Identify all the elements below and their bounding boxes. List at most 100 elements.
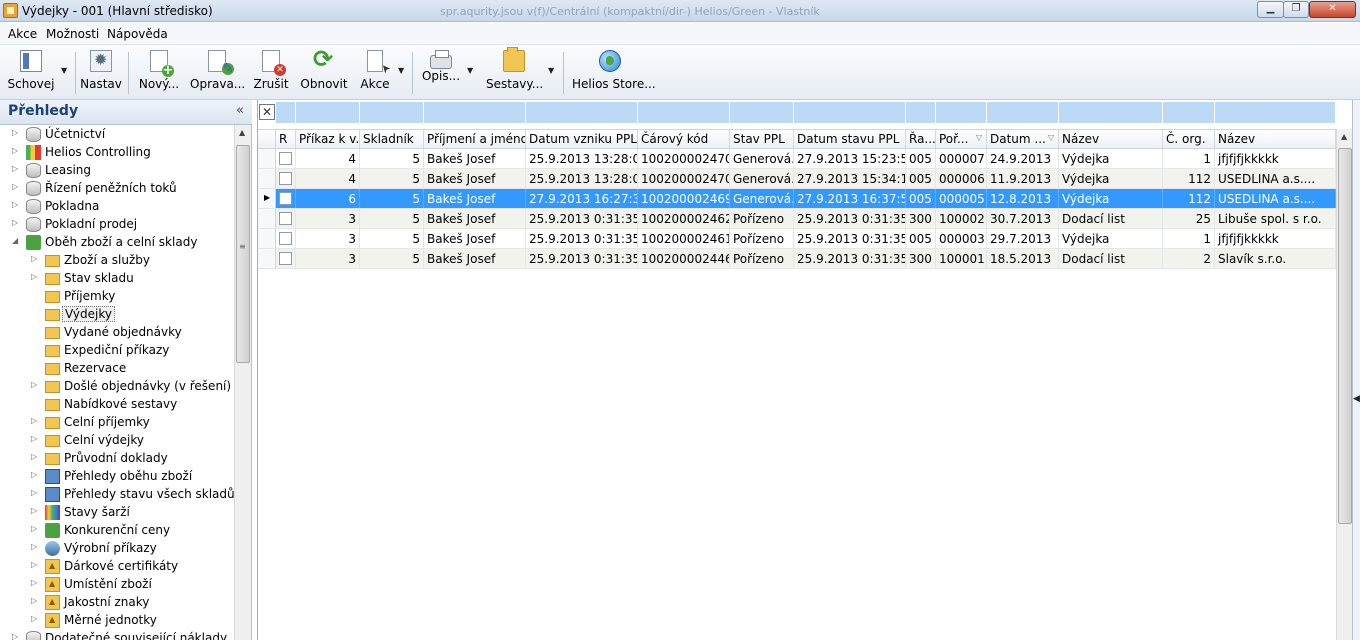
tree-expander-icon[interactable]: ▷	[12, 164, 18, 173]
tree-scroll-thumb[interactable]	[236, 145, 250, 363]
helios-store-button[interactable]: Helios Store...	[572, 50, 656, 96]
tree-expander-icon[interactable]: ▷	[12, 632, 18, 640]
filter-cell[interactable]	[360, 102, 424, 123]
filter-cell[interactable]	[424, 102, 526, 123]
tree-item-label: Měrné jednotky	[64, 613, 157, 627]
tree-expander-icon[interactable]: ▷	[12, 128, 18, 137]
tree-expander-icon[interactable]: ▷	[12, 218, 18, 227]
table-cell: Výdejka	[1059, 149, 1163, 168]
print-button[interactable]: Opis...	[420, 50, 462, 96]
tree-expander-icon[interactable]: ▷	[12, 182, 18, 191]
column-header[interactable]: Řa...	[906, 130, 936, 149]
filter-cell[interactable]	[526, 102, 638, 123]
row-checkbox[interactable]	[279, 152, 292, 165]
close-button[interactable]: ✕	[1309, 1, 1356, 18]
tree-expander-icon[interactable]: ▷	[31, 380, 37, 389]
delete-button[interactable]: Zrušit	[252, 50, 290, 96]
column-header[interactable]: Datum stavu PPL	[794, 130, 906, 149]
table-row[interactable]: 3 5 Bakeš Josef 25.9.2013 0:31:35 1002000024…	[258, 209, 1336, 229]
menu-akce[interactable]: Akce	[8, 27, 37, 41]
menu-moznosti[interactable]: Možnosti	[46, 27, 99, 41]
filter-cell[interactable]	[794, 102, 906, 123]
tree-scrollbar[interactable]: ▲ ≡	[234, 125, 251, 640]
column-header[interactable]: Č. org.	[1163, 130, 1215, 149]
column-header[interactable]: Název	[1215, 130, 1336, 149]
tree-expander-icon[interactable]: ◢	[12, 236, 18, 245]
nastav-button[interactable]: Nastav	[80, 50, 122, 96]
filter-cell[interactable]	[906, 102, 936, 123]
column-header[interactable]: Příkaz k v...	[296, 130, 360, 149]
tree-expander-icon[interactable]: ▷	[31, 596, 37, 605]
right-collapse-strip[interactable]: ◀	[1352, 100, 1360, 640]
expand-right-panel-icon[interactable]: ◀	[1353, 394, 1360, 404]
column-header[interactable]: Poř... ▽	[936, 130, 987, 149]
actions-dropdown-arrow[interactable]: ▼	[398, 66, 404, 75]
schovej-dropdown-arrow[interactable]: ▼	[61, 66, 67, 75]
grid-scrollbar[interactable]: ▲	[1336, 129, 1353, 640]
tree-expander-icon[interactable]: ▷	[12, 200, 18, 209]
schovej-button[interactable]: Schovej	[6, 50, 56, 96]
column-header[interactable]: Datum vzniku PPL	[526, 130, 638, 149]
menu-napoveda[interactable]: Nápověda	[107, 27, 168, 41]
row-checkbox[interactable]	[279, 212, 292, 225]
filter-cell[interactable]	[1059, 102, 1163, 123]
filter-cell[interactable]	[276, 102, 296, 123]
filter-cell[interactable]	[936, 102, 987, 123]
filter-cell[interactable]	[638, 102, 730, 123]
tree-expander-icon[interactable]: ▷	[31, 254, 37, 263]
column-header[interactable]: R	[276, 130, 296, 149]
row-checkbox[interactable]	[279, 172, 292, 185]
row-checkbox[interactable]	[279, 232, 292, 245]
maximize-button[interactable]: ❐	[1283, 1, 1309, 18]
table-row[interactable]: 3 5 Bakeš Josef 25.9.2013 0:31:35 1002000024…	[258, 229, 1336, 249]
filter-cell[interactable]	[296, 102, 360, 123]
grid-scroll-thumb[interactable]	[1338, 148, 1352, 524]
tree-expander-icon[interactable]: ▷	[12, 146, 18, 155]
table-cell: 25.9.2013 13:28:01	[526, 149, 638, 168]
reports-button[interactable]: Sestavy...	[486, 47, 543, 96]
tree-expander-icon[interactable]: ▷	[31, 524, 37, 533]
column-header[interactable]: Skladník	[360, 130, 424, 149]
collapse-panel-icon[interactable]: «	[236, 103, 244, 118]
tree-expander-icon[interactable]: ▷	[31, 506, 37, 515]
table-row[interactable]: ▶ 6 5 Bakeš Josef 27.9.2013 16:27:30 10020000…	[258, 189, 1336, 209]
filter-cell[interactable]	[987, 102, 1059, 123]
column-header[interactable]: Datum ... ▽	[987, 130, 1059, 149]
scroll-up-arrow[interactable]: ▲	[1341, 132, 1347, 141]
tree-item-label: Expediční příkazy	[64, 343, 170, 357]
row-checkbox[interactable]	[279, 252, 292, 265]
tree-expander-icon[interactable]: ▷	[31, 272, 37, 281]
column-header[interactable]: Stav PPL	[730, 130, 794, 149]
refresh-button[interactable]: Obnovit	[298, 45, 350, 96]
tree-expander-icon[interactable]: ▷	[31, 470, 37, 479]
edit-button[interactable]: Oprava...	[190, 50, 245, 96]
minimize-button[interactable]: ▁	[1257, 1, 1284, 18]
tree-expander-icon[interactable]: ▷	[31, 578, 37, 587]
print-dropdown-arrow[interactable]: ▼	[467, 66, 473, 75]
filter-cell[interactable]	[1215, 102, 1336, 123]
scroll-up-arrow[interactable]: ▲	[239, 128, 245, 137]
clear-filter-button[interactable]: ✕	[259, 104, 275, 120]
tree-expander-icon[interactable]: ▷	[31, 542, 37, 551]
tree-expander-icon[interactable]: ▷	[31, 434, 37, 443]
actions-button[interactable]: Akce	[358, 50, 392, 96]
row-checkbox-cell	[276, 169, 296, 188]
filter-cell[interactable]	[1163, 102, 1215, 123]
column-header[interactable]: Příjmení a jméno	[424, 130, 526, 149]
tree-item-label: Došlé objednávky (v řešení)	[64, 379, 232, 393]
table-row[interactable]: 4 5 Bakeš Josef 25.9.2013 13:28:01 100200002…	[258, 169, 1336, 189]
tree-expander-icon[interactable]: ▷	[31, 452, 37, 461]
tree-expander-icon[interactable]: ▷	[31, 560, 37, 569]
reports-dropdown-arrow[interactable]: ▼	[548, 66, 554, 75]
new-button[interactable]: Nový...	[136, 50, 182, 96]
column-header[interactable]: Čárový kód	[638, 130, 730, 149]
tree-expander-icon[interactable]: ▷	[31, 416, 37, 425]
column-header[interactable]: Název	[1059, 130, 1163, 149]
row-checkbox[interactable]	[279, 192, 292, 205]
table-row[interactable]: 3 5 Bakeš Josef 25.9.2013 0:31:35 1002000024…	[258, 249, 1336, 269]
table-row[interactable]: 4 5 Bakeš Josef 25.9.2013 13:28:01 100200002…	[258, 149, 1336, 169]
table-cell: 5	[360, 209, 424, 228]
tree-expander-icon[interactable]: ▷	[31, 488, 37, 497]
tree-expander-icon[interactable]: ▷	[31, 614, 37, 623]
filter-cell[interactable]	[730, 102, 794, 123]
